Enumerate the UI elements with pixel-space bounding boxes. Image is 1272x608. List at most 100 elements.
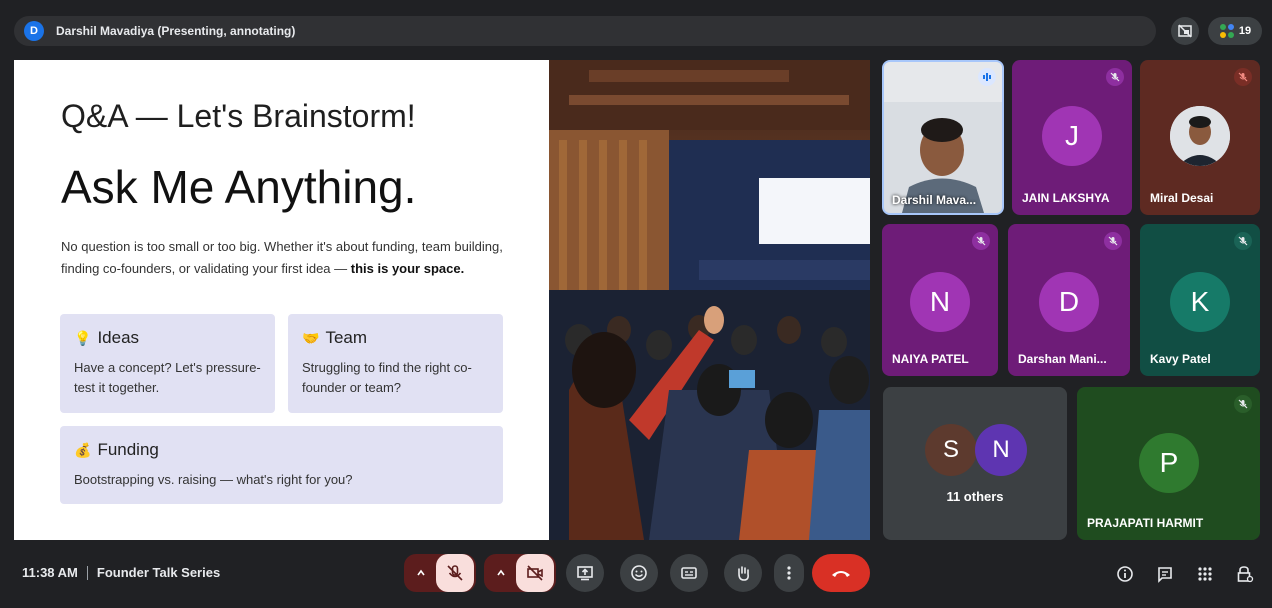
participant-avatar: K <box>1170 272 1230 332</box>
captions-button[interactable] <box>670 554 708 592</box>
pip-toggle-button[interactable] <box>1171 17 1199 45</box>
presenter-bar[interactable]: D Darshil Mavadiya (Presenting, annotati… <box>14 16 1156 46</box>
audio-options-button[interactable] <box>406 554 436 592</box>
participant-avatar: J <box>1042 106 1102 166</box>
participant-count: 19 <box>1238 25 1252 37</box>
mic-status <box>1234 232 1252 250</box>
reactions-button[interactable] <box>620 554 658 592</box>
camera-off-icon <box>527 565 543 581</box>
raise-hand-button[interactable] <box>724 554 762 592</box>
raise-hand-icon <box>738 566 749 581</box>
slide-intro: No question is too small or too big. Whe… <box>61 236 511 280</box>
emoji-icon <box>631 565 647 581</box>
others-tile[interactable]: S N 11 others <box>883 387 1067 540</box>
chat-button[interactable] <box>1154 563 1176 585</box>
meeting-details-button[interactable] <box>1114 563 1136 585</box>
meeting-name[interactable]: Founder Talk Series <box>97 565 220 580</box>
info-icon <box>1117 566 1133 582</box>
mic-status <box>1234 395 1252 413</box>
card-team: 🤝 Team Struggling to find the right co-f… <box>288 314 503 413</box>
speaking-indicator <box>978 68 996 86</box>
meeting-info: 11:38 AM Founder Talk Series <box>22 565 220 580</box>
participant-photo <box>1170 106 1230 166</box>
slide-subtitle: Q&A — Let's Brainstorm! <box>61 98 416 134</box>
pip-off-icon <box>1178 24 1192 38</box>
others-label: 11 others <box>946 489 1004 504</box>
participant-name: JAIN LAKSHYA <box>1022 191 1110 205</box>
card-ideas: 💡 Ideas Have a concept? Let's pressure-t… <box>60 314 275 413</box>
chat-icon <box>1158 567 1172 583</box>
participant-name: PRAJAPATI HARMIT <box>1087 516 1204 530</box>
mic-status <box>1106 68 1124 86</box>
participants-button[interactable]: 19 <box>1208 17 1262 45</box>
mic-status <box>1234 68 1252 86</box>
chevron-up-icon <box>417 569 425 576</box>
participant-avatar: D <box>1039 272 1099 332</box>
participant-name: Darshan Mani... <box>1018 352 1107 366</box>
leave-call-button[interactable] <box>812 554 870 592</box>
participant-avatar: N <box>910 272 970 332</box>
lock-person-icon <box>1237 566 1254 583</box>
speaking-icon <box>983 73 991 81</box>
participant-name: Miral Desai <box>1150 191 1214 205</box>
mic-off-icon <box>1238 72 1248 82</box>
participant-tile-kavy[interactable]: K Kavy Patel <box>1140 224 1260 376</box>
other-avatar-n: N <box>975 424 1027 476</box>
present-screen-button[interactable] <box>566 554 604 592</box>
chevron-up-icon <box>497 569 505 576</box>
microphone-toggle-button[interactable] <box>436 554 474 592</box>
slide-intro-bold: this is your space. <box>350 261 465 276</box>
participant-name: NAIYA PATEL <box>892 352 969 366</box>
host-controls-button[interactable] <box>1234 563 1256 585</box>
participant-tile-jain[interactable]: J JAIN LAKSHYA <box>1012 60 1132 215</box>
mic-off-icon <box>447 565 463 581</box>
divider <box>86 565 88 580</box>
meet-window: D Darshil Mavadiya (Presenting, annotati… <box>0 0 1272 608</box>
card-team-body: Struggling to find the right co-founder … <box>302 360 472 395</box>
card-funding: 💰 Funding Bootstrapping vs. raising — wh… <box>60 426 503 504</box>
participant-tile-naiya[interactable]: N NAIYA PATEL <box>882 224 998 376</box>
card-ideas-body: Have a concept? Let's pressure-test it t… <box>74 360 261 395</box>
mic-control-group <box>404 554 476 592</box>
hang-up-icon <box>832 571 850 577</box>
mic-off-icon <box>1110 72 1120 82</box>
card-ideas-title: Ideas <box>97 328 140 347</box>
clock-time: 11:38 AM <box>22 565 78 580</box>
presentation-slide: Q&A — Let's Brainstorm! Ask Me Anything.… <box>14 60 870 540</box>
card-team-title: Team <box>325 328 368 347</box>
slide-title: Ask Me Anything. <box>61 161 417 213</box>
captions-icon <box>681 567 697 579</box>
card-funding-title: Funding <box>97 440 159 459</box>
present-screen-icon <box>577 566 593 581</box>
handshake-icon: 🤝 <box>302 329 320 346</box>
participant-tile-darshil[interactable]: Darshil Mava... <box>882 60 1004 215</box>
camera-toggle-button[interactable] <box>516 554 554 592</box>
money-bag-icon: 💰 <box>74 441 92 458</box>
auditorium-image <box>549 60 870 540</box>
participants-grid-icon <box>1219 24 1234 38</box>
participant-name: Darshil Mava... <box>892 193 977 207</box>
mic-status <box>1104 232 1122 250</box>
video-options-button[interactable] <box>486 554 516 592</box>
camera-control-group <box>484 554 556 592</box>
participant-tile-miral[interactable]: Miral Desai <box>1140 60 1260 215</box>
apps-grid-icon <box>1198 567 1212 581</box>
presenter-avatar: D <box>24 21 44 41</box>
mic-off-icon <box>1238 399 1248 409</box>
slide-text-panel: Q&A — Let's Brainstorm! Ask Me Anything.… <box>14 60 550 540</box>
lightbulb-icon: 💡 <box>74 329 92 346</box>
card-funding-body: Bootstrapping vs. raising — what's right… <box>74 472 353 487</box>
participant-name: Kavy Patel <box>1150 352 1211 366</box>
more-options-button[interactable] <box>774 554 804 592</box>
participant-tile-darshan[interactable]: D Darshan Mani... <box>1008 224 1130 376</box>
participant-avatar: P <box>1139 433 1199 493</box>
mic-off-icon <box>1108 236 1118 246</box>
activities-button[interactable] <box>1194 563 1216 585</box>
mic-off-icon <box>1238 236 1248 246</box>
audience-illustration <box>549 60 870 540</box>
more-vert-icon <box>787 566 791 580</box>
participant-tile-prajapati[interactable]: P PRAJAPATI HARMIT <box>1077 387 1260 540</box>
other-avatar-s: S <box>925 424 977 476</box>
mic-status <box>972 232 990 250</box>
avatar-photo <box>1170 106 1230 166</box>
